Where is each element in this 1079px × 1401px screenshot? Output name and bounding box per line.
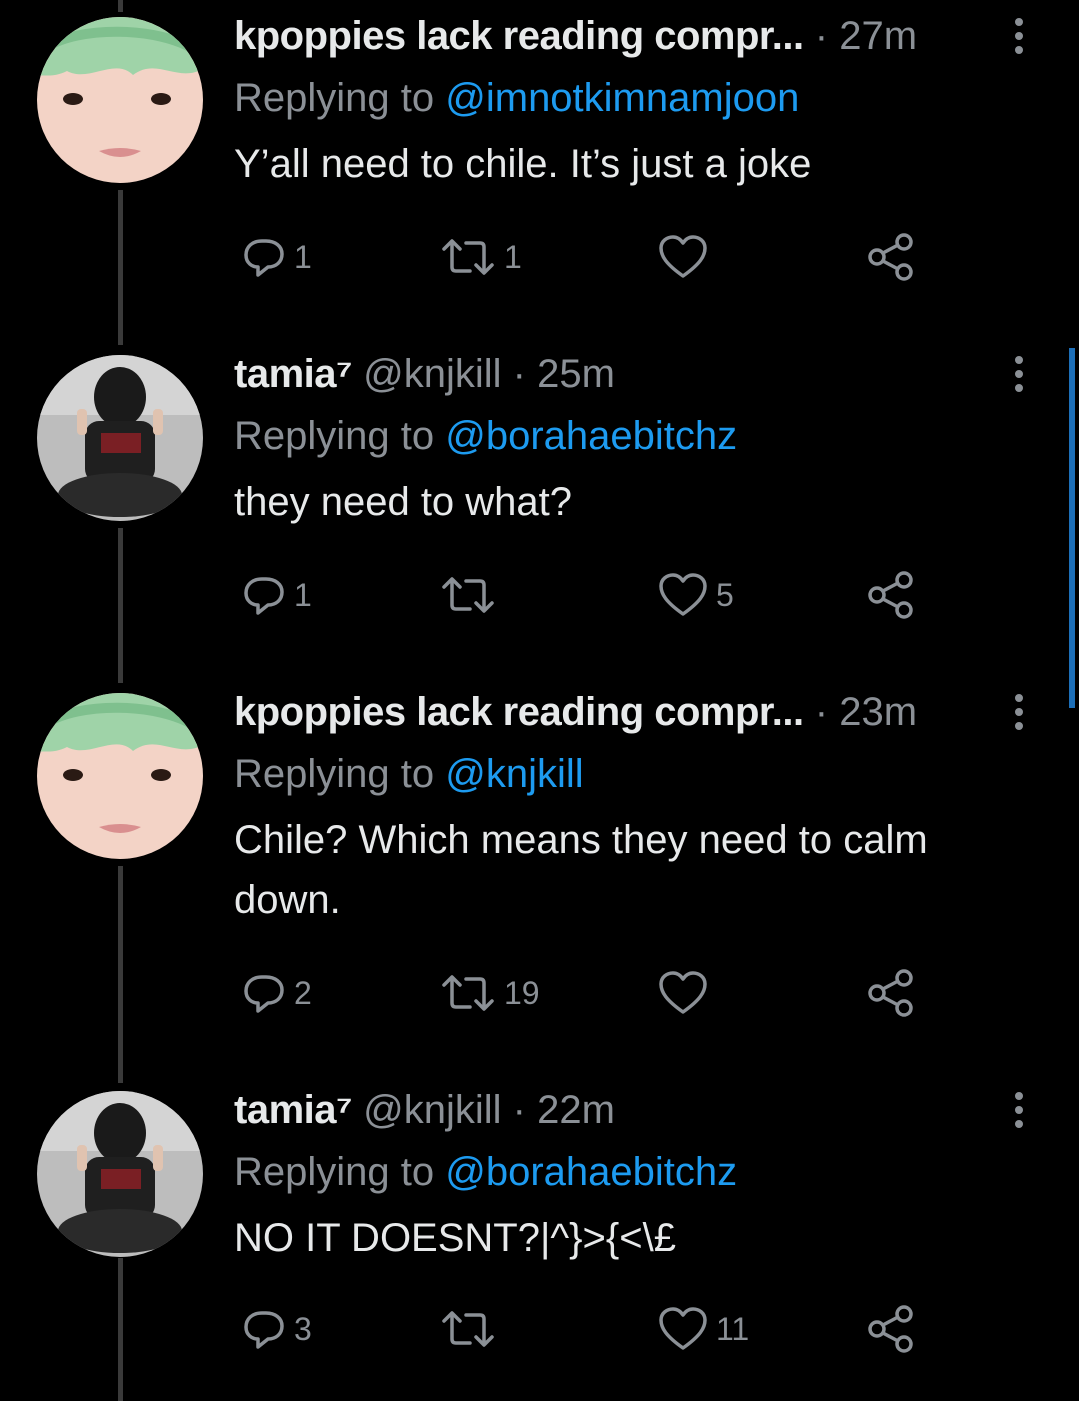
more-options-icon[interactable] bbox=[1004, 1088, 1034, 1132]
seated-person-avatar-icon bbox=[37, 1091, 203, 1257]
timestamp[interactable]: 22m bbox=[537, 1088, 615, 1132]
like-button[interactable] bbox=[658, 232, 716, 282]
display-name[interactable]: tamia⁷ bbox=[234, 1088, 353, 1132]
more-options-icon[interactable] bbox=[1004, 352, 1034, 396]
reply-button[interactable]: 3 bbox=[242, 1304, 312, 1354]
retweet-count: 1 bbox=[504, 238, 522, 275]
heart-icon bbox=[659, 971, 707, 1014]
tweet[interactable]: tamia⁷ @knjkill · 22m Replying to @borah… bbox=[0, 1074, 1079, 1401]
heart-icon bbox=[659, 235, 707, 278]
retweet-icon bbox=[442, 975, 494, 1011]
reply-count: 3 bbox=[294, 1310, 312, 1347]
replying-to: Replying to @borahaebitchz bbox=[234, 410, 737, 462]
separator-dot: · bbox=[501, 1088, 538, 1132]
replying-label: Replying to bbox=[234, 414, 435, 458]
heart-icon bbox=[659, 1307, 707, 1350]
retweet-icon bbox=[442, 1311, 494, 1347]
timestamp[interactable]: 27m bbox=[839, 14, 917, 58]
reply-button[interactable]: 1 bbox=[242, 232, 312, 282]
more-options-icon[interactable] bbox=[1004, 690, 1034, 734]
reply-button[interactable]: 2 bbox=[242, 968, 312, 1018]
replying-label: Replying to bbox=[234, 1150, 435, 1194]
like-count: 11 bbox=[716, 1310, 750, 1347]
tweet[interactable]: kpoppies lack reading compr... · 27m Rep… bbox=[0, 0, 1079, 338]
share-button[interactable] bbox=[866, 570, 916, 620]
user-handle[interactable]: @knjkill bbox=[363, 352, 501, 396]
reply-icon bbox=[244, 577, 284, 615]
tweet-text: they need to what? bbox=[234, 480, 573, 524]
tweet-text: Chile? Which means they need to calm dow… bbox=[234, 818, 928, 922]
replying-label: Replying to bbox=[234, 752, 435, 796]
display-name[interactable]: kpoppies lack reading compr... bbox=[234, 14, 804, 58]
separator-dot: · bbox=[814, 690, 840, 734]
timestamp[interactable]: 23m bbox=[839, 690, 917, 734]
action-bar: 3 11 bbox=[234, 1304, 934, 1354]
tweet-header: tamia⁷ @knjkill · 25m bbox=[234, 348, 615, 400]
mention-link[interactable]: @imnotkimnamjoon bbox=[445, 76, 799, 120]
reply-button[interactable]: 1 bbox=[242, 570, 312, 620]
like-count: 5 bbox=[716, 576, 734, 613]
tweet[interactable]: kpoppies lack reading compr... · 23m Rep… bbox=[0, 676, 1079, 1076]
avatar[interactable] bbox=[37, 693, 203, 859]
avatar[interactable] bbox=[37, 17, 203, 183]
avatar[interactable] bbox=[37, 355, 203, 521]
share-button[interactable] bbox=[866, 1304, 916, 1354]
retweet-button[interactable] bbox=[440, 1304, 504, 1354]
replying-label: Replying to bbox=[234, 76, 435, 120]
share-icon bbox=[868, 969, 913, 1017]
reply-count: 2 bbox=[294, 974, 312, 1011]
action-bar: 1 5 bbox=[234, 570, 934, 620]
like-button[interactable]: 5 bbox=[658, 570, 734, 620]
share-icon bbox=[868, 233, 913, 281]
retweet-icon bbox=[442, 239, 494, 275]
green-hair-avatar-icon bbox=[37, 17, 203, 183]
tweet-text: Y’all need to chile. It’s just a joke bbox=[234, 142, 812, 186]
more-options-icon[interactable] bbox=[1004, 14, 1034, 58]
replying-to: Replying to @imnotkimnamjoon bbox=[234, 72, 799, 124]
heart-icon bbox=[659, 573, 707, 616]
user-handle[interactable]: @knjkill bbox=[363, 1088, 501, 1132]
reply-icon bbox=[244, 975, 284, 1013]
like-button[interactable] bbox=[658, 968, 716, 1018]
reply-icon bbox=[244, 239, 284, 277]
retweet-button[interactable] bbox=[440, 570, 504, 620]
display-name[interactable]: tamia⁷ bbox=[234, 352, 353, 396]
retweet-button[interactable]: 19 bbox=[440, 968, 540, 1018]
tweet-header: tamia⁷ @knjkill · 22m bbox=[234, 1084, 615, 1136]
reply-count: 1 bbox=[294, 238, 312, 275]
tweet[interactable]: tamia⁷ @knjkill · 25m Replying to @borah… bbox=[0, 338, 1079, 676]
share-button[interactable] bbox=[866, 232, 916, 282]
green-hair-avatar-icon bbox=[37, 693, 203, 859]
retweet-button[interactable]: 1 bbox=[440, 232, 522, 282]
replying-to: Replying to @borahaebitchz bbox=[234, 1146, 737, 1198]
avatar[interactable] bbox=[37, 1091, 203, 1257]
display-name[interactable]: kpoppies lack reading compr... bbox=[234, 690, 804, 734]
mention-link[interactable]: @borahaebitchz bbox=[445, 414, 737, 458]
separator-dot: · bbox=[501, 352, 538, 396]
action-bar: 1 1 bbox=[234, 232, 934, 282]
replying-to: Replying to @knjkill bbox=[234, 748, 584, 800]
like-button[interactable]: 11 bbox=[658, 1304, 749, 1354]
timestamp[interactable]: 25m bbox=[537, 352, 615, 396]
action-bar: 2 19 bbox=[234, 968, 934, 1018]
retweet-icon bbox=[442, 577, 494, 613]
reply-count: 1 bbox=[294, 576, 312, 613]
mention-link[interactable]: @borahaebitchz bbox=[445, 1150, 737, 1194]
tweet-header: kpoppies lack reading compr... · 27m bbox=[234, 10, 917, 62]
seated-person-avatar-icon bbox=[37, 355, 203, 521]
mention-link[interactable]: @knjkill bbox=[445, 752, 583, 796]
separator-dot: · bbox=[814, 14, 840, 58]
tweet-text: NO IT DOESNT?|^}>{<\£ bbox=[234, 1216, 676, 1260]
share-button[interactable] bbox=[866, 968, 916, 1018]
reply-icon bbox=[244, 1311, 284, 1349]
share-icon bbox=[868, 1305, 913, 1353]
retweet-count: 19 bbox=[504, 974, 540, 1011]
tweet-header: kpoppies lack reading compr... · 23m bbox=[234, 686, 917, 738]
share-icon bbox=[868, 571, 913, 619]
